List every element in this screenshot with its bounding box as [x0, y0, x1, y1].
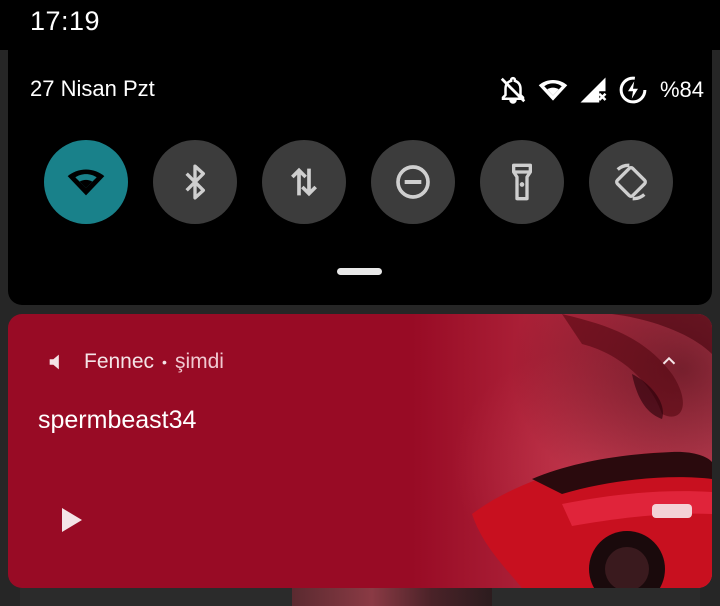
notification-time: şimdi — [174, 350, 224, 373]
battery-percentage: %84 — [660, 77, 705, 102]
underlying-image — [292, 586, 492, 606]
rotate-icon — [615, 163, 647, 201]
play-button[interactable] — [54, 504, 86, 536]
app-name: Fennec — [84, 350, 155, 373]
status-icons: %84 — [498, 74, 704, 106]
flashlight-icon — [511, 163, 532, 201]
tile-wifi[interactable] — [44, 140, 128, 224]
quick-settings-tiles — [44, 140, 684, 224]
tile-auto-rotate[interactable] — [589, 140, 673, 224]
battery-saver-icon — [619, 76, 647, 104]
bluetooth-icon — [185, 164, 205, 200]
quick-settings-shade: 17:19 27 Nisan Pzt %84 — [0, 0, 720, 305]
screen: 17:19 27 Nisan Pzt %84 Fennec • şimdi sp… — [0, 0, 720, 606]
chevron-up-icon[interactable] — [658, 350, 680, 372]
wifi-icon — [67, 169, 105, 196]
bell-off-icon — [500, 76, 526, 104]
tile-bluetooth[interactable] — [153, 140, 237, 224]
date-label[interactable]: 27 Nisan Pzt — [30, 76, 155, 102]
header-separator: • — [162, 354, 167, 370]
notification-header: Fennec • şimdi — [46, 346, 224, 378]
media-title: spermbeast34 — [38, 406, 197, 434]
data-arrows-icon — [291, 167, 317, 197]
cell-signal-no-data-icon — [580, 77, 607, 103]
status-clock: 17:19 — [30, 6, 101, 36]
wifi-icon — [538, 80, 568, 101]
do-not-disturb-icon — [396, 165, 430, 199]
tile-mobile-data[interactable] — [262, 140, 346, 224]
speaker-icon — [49, 354, 59, 370]
tile-flashlight[interactable] — [480, 140, 564, 224]
media-notification[interactable]: Fennec • şimdi spermbeast34 — [8, 314, 712, 588]
tile-do-not-disturb[interactable] — [371, 140, 455, 224]
shade-drag-handle[interactable] — [337, 268, 382, 275]
